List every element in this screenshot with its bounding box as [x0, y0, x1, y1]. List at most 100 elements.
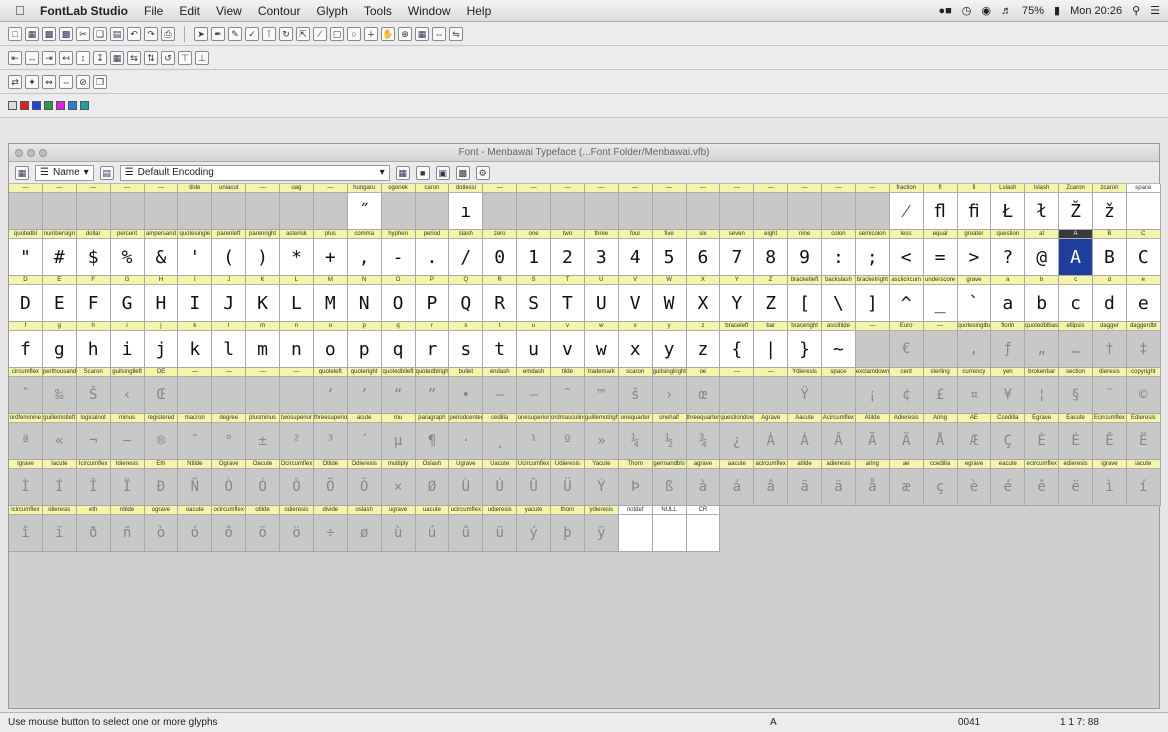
name-mode-select[interactable]: ☰ Name ▾: [35, 164, 94, 181]
glyph-cell[interactable]: asterisk *: [280, 230, 314, 276]
glyph-cell[interactable]: period.: [415, 230, 450, 276]
glyph-cell[interactable]: perthousand ‰: [42, 368, 77, 414]
glyph-cell[interactable]: —: [483, 184, 518, 230]
font-window-titlebar[interactable]: Font - Menbawai Typeface (...Font Folder…: [9, 144, 1159, 162]
glyph-cell[interactable]: threesuperior ³: [313, 414, 348, 460]
glyph-cell[interactable]: question?: [991, 230, 1026, 276]
clock[interactable]: Mon 20:26: [1070, 5, 1122, 17]
glyph-cell[interactable]: GG: [110, 276, 145, 322]
kerning-tool-icon[interactable]: ⇋: [449, 26, 463, 41]
glyph-cell[interactable]: FF: [76, 276, 111, 322]
glyph-cell[interactable]: rr: [415, 322, 450, 368]
glyph-cell[interactable]: ccedilla ç: [923, 460, 958, 506]
glyph-cell[interactable]: yen ¥: [991, 368, 1026, 414]
glyph-cell[interactable]: comma,: [347, 230, 382, 276]
glyph-cell[interactable]: —: [822, 184, 856, 230]
glyph-cell[interactable]: mu µ: [381, 414, 416, 460]
glyph-cell[interactable]: acute ´: [347, 414, 382, 460]
glyph-cell[interactable]: Egrave È: [1025, 414, 1060, 460]
glyph-cell[interactable]: LL: [280, 276, 314, 322]
menu-help[interactable]: Help: [459, 4, 500, 18]
glyph-cell[interactable]: ordfeminine ª: [9, 414, 43, 460]
glyph-cell[interactable]: zz: [686, 322, 721, 368]
glyph-cell[interactable]: bullet •: [449, 368, 484, 414]
glyph-cell[interactable]: —: [652, 184, 687, 230]
save-icon[interactable]: ▩: [42, 26, 56, 41]
glyph-cell[interactable]: QQ: [449, 276, 484, 322]
glyph-cell[interactable]: Ccedilla Ç: [991, 414, 1026, 460]
glyph-cell[interactable]: aring å: [855, 460, 890, 506]
glyph-cell[interactable]: atilde ã: [788, 460, 822, 506]
glyph-cell[interactable]: idieresis ï: [42, 506, 77, 552]
glyph-cell[interactable]: macron ¯: [178, 414, 213, 460]
glyph-cell[interactable]: Ucircumflex Û: [517, 460, 551, 506]
menu-view[interactable]: View: [208, 4, 250, 18]
glyph-cell[interactable]: quotedblbase „: [1025, 322, 1060, 368]
glyph-cell[interactable]: hyphen -: [381, 230, 416, 276]
notifications-icon[interactable]: ☰: [1150, 4, 1160, 17]
glyph-cell[interactable]: colon:: [822, 230, 856, 276]
glyph-cell[interactable]: —: [9, 184, 43, 230]
mark-color-none[interactable]: [8, 101, 17, 110]
glyph-cell[interactable]: udieresis ü: [483, 506, 518, 552]
glyph-cell[interactable]: dagger †: [1093, 322, 1127, 368]
glyph-cell[interactable]: twosuperior ²: [280, 414, 314, 460]
glyph-cell[interactable]: NULL: [652, 506, 687, 552]
mark-color-sky[interactable]: [68, 101, 77, 110]
glyph-cell[interactable]: agrave à: [686, 460, 721, 506]
glyph-cell[interactable]: sterling £: [923, 368, 958, 414]
glyph-cell[interactable]: bracketright]: [855, 276, 890, 322]
glyph-cell[interactable]: JJ: [212, 276, 247, 322]
merge-icon[interactable]: ⊤: [178, 50, 192, 65]
cell-size-icon[interactable]: ▦: [15, 165, 29, 180]
glyph-cell[interactable]: mm: [246, 322, 280, 368]
glyph-cell[interactable]: seven 7: [720, 230, 755, 276]
glyph-cell[interactable]: bb: [1025, 276, 1060, 322]
cut-icon[interactable]: ✂: [76, 26, 90, 41]
glyph-cell[interactable]: —: [720, 184, 755, 230]
glyph-cell[interactable]: periodcentered·: [449, 414, 484, 460]
glyph-cell[interactable]: currency ¤: [957, 368, 992, 414]
glyph-cell[interactable]: endash –: [483, 368, 518, 414]
glyph-cell[interactable]: lslash ł: [1025, 184, 1060, 230]
glyph-cell[interactable]: odieresis ö: [280, 506, 314, 552]
glyph-cell[interactable]: —: [686, 184, 721, 230]
undo-icon[interactable]: ↶: [127, 26, 141, 41]
glyph-cell[interactable]: —: [584, 184, 619, 230]
glyph-cell[interactable]: fi ﬁ: [957, 184, 992, 230]
glyph-cell[interactable]: ww: [584, 322, 619, 368]
glyph-cell[interactable]: at @: [1025, 230, 1060, 276]
glyph-cell[interactable]: plus +: [313, 230, 348, 276]
glyph-cell[interactable]: ecircumflex ê: [1025, 460, 1060, 506]
glyph-cell[interactable]: —: [754, 368, 789, 414]
glyph-cell[interactable]: —: [788, 184, 822, 230]
glyph-cell[interactable]: —: [754, 184, 789, 230]
glyph-cell[interactable]: Edieresis Ë: [1126, 414, 1161, 460]
glyph-cell[interactable]: five 5: [652, 230, 687, 276]
glyph-cell[interactable]: Thorn Þ: [618, 460, 653, 506]
glyph-cell[interactable]: —: [855, 184, 890, 230]
pen-tool-icon[interactable]: ✒: [211, 26, 225, 41]
glyph-cell[interactable]: ograve ò: [144, 506, 179, 552]
glyph-cell[interactable]: questiondown¿: [720, 414, 755, 460]
glyph-cell[interactable]: acircumflex â: [754, 460, 789, 506]
glyph-cell[interactable]: ordmasculine º: [551, 414, 585, 460]
glyph-cell[interactable]: divide ÷: [313, 506, 348, 552]
mark-color-magenta[interactable]: [56, 101, 65, 110]
glyph-cell[interactable]: Scaron Š: [76, 368, 111, 414]
glyph-cell[interactable]: Igrave Ì: [9, 460, 43, 506]
glyph-cell[interactable]: ii: [110, 322, 145, 368]
glyph-cell[interactable]: vv: [551, 322, 585, 368]
glyph-cell[interactable]: edieresis ë: [1059, 460, 1093, 506]
glyph-cell[interactable]: Ugrave Ù: [449, 460, 484, 506]
glyph-cell[interactable]: jj: [144, 322, 179, 368]
glyph-cell[interactable]: ff: [9, 322, 43, 368]
glyph-cell[interactable]: ee: [1126, 276, 1161, 322]
glyph-cell[interactable]: dieresis ¨: [1093, 368, 1127, 414]
glyph-cell[interactable]: qq: [381, 322, 416, 368]
glyph-cell[interactable]: CC: [1126, 230, 1161, 276]
glyph-cell[interactable]: adieresis ä: [822, 460, 856, 506]
glyph-cell[interactable]: trademark ™: [584, 368, 619, 414]
glyph-cell[interactable]: cent ¢: [889, 368, 924, 414]
glyph-cell[interactable]: icircumflex î: [9, 506, 43, 552]
